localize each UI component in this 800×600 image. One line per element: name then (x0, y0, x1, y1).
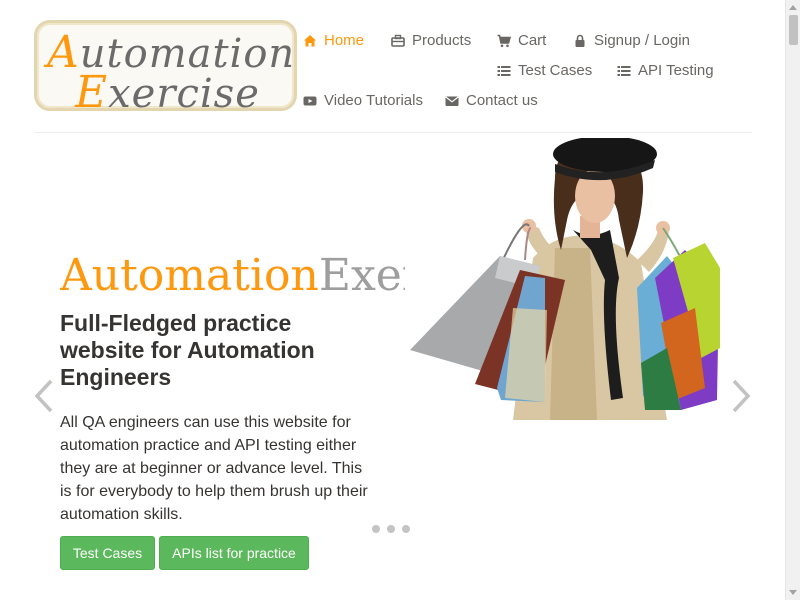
chevron-left-icon (34, 379, 53, 413)
envelope-icon (445, 94, 459, 108)
briefcase-icon (391, 34, 405, 48)
slider-indicator[interactable] (402, 525, 410, 533)
chevron-right-icon (732, 379, 751, 413)
nav-contact-us-label: Contact us (466, 92, 538, 109)
home-icon (303, 34, 317, 48)
nav-cart[interactable]: Cart (497, 32, 546, 49)
nav-contact-us[interactable]: Contact us (445, 92, 538, 109)
lock-icon (573, 34, 587, 48)
slider-indicator[interactable] (387, 525, 395, 533)
nav-api-testing-label: API Testing (638, 62, 714, 79)
nav-signup-login[interactable]: Signup / Login (573, 32, 690, 49)
hero-image (405, 138, 720, 420)
slider-indicator[interactable] (372, 525, 380, 533)
test-cases-button[interactable]: Test Cases (60, 536, 155, 570)
nav-video-tutorials-label: Video Tutorials (324, 92, 423, 109)
list-icon (497, 64, 511, 78)
shopping-cart-icon (497, 34, 511, 48)
nav-video-tutorials[interactable]: Video Tutorials (303, 92, 423, 109)
header-divider (34, 132, 752, 133)
apis-list-button[interactable]: APIs list for practice (159, 536, 309, 570)
slider-title: AutomationExercise (60, 250, 405, 301)
slider-description: All QA engineers can use this website fo… (60, 414, 368, 523)
scroll-up-arrow-icon[interactable] (789, 5, 797, 10)
slider-indicators (372, 525, 410, 533)
slider-next-button[interactable] (729, 378, 753, 414)
nav-cart-label: Cart (518, 32, 547, 49)
slider-prev-button[interactable] (32, 378, 56, 414)
scrollbar-thumb[interactable] (789, 15, 798, 45)
nav-home-label: Home (324, 32, 365, 49)
nav-test-cases-label: Test Cases (518, 62, 593, 79)
scroll-down-arrow-icon[interactable] (789, 590, 797, 595)
nav-api-testing[interactable]: API Testing (617, 62, 714, 79)
site-logo[interactable]: Automation Exercise (34, 20, 297, 118)
nav-home[interactable]: Home (303, 32, 364, 49)
nav-test-cases[interactable]: Test Cases (497, 62, 592, 79)
page-scrollbar[interactable] (785, 0, 800, 600)
nav-signup-login-label: Signup / Login (594, 32, 690, 49)
nav-products-label: Products (412, 32, 472, 49)
youtube-play-icon (303, 94, 317, 108)
slider-heading: Full-Fledged practice website for Automa… (60, 310, 315, 390)
nav-products[interactable]: Products (391, 32, 471, 49)
logo-line-2: Exercise (75, 67, 260, 118)
list-icon (617, 64, 631, 78)
